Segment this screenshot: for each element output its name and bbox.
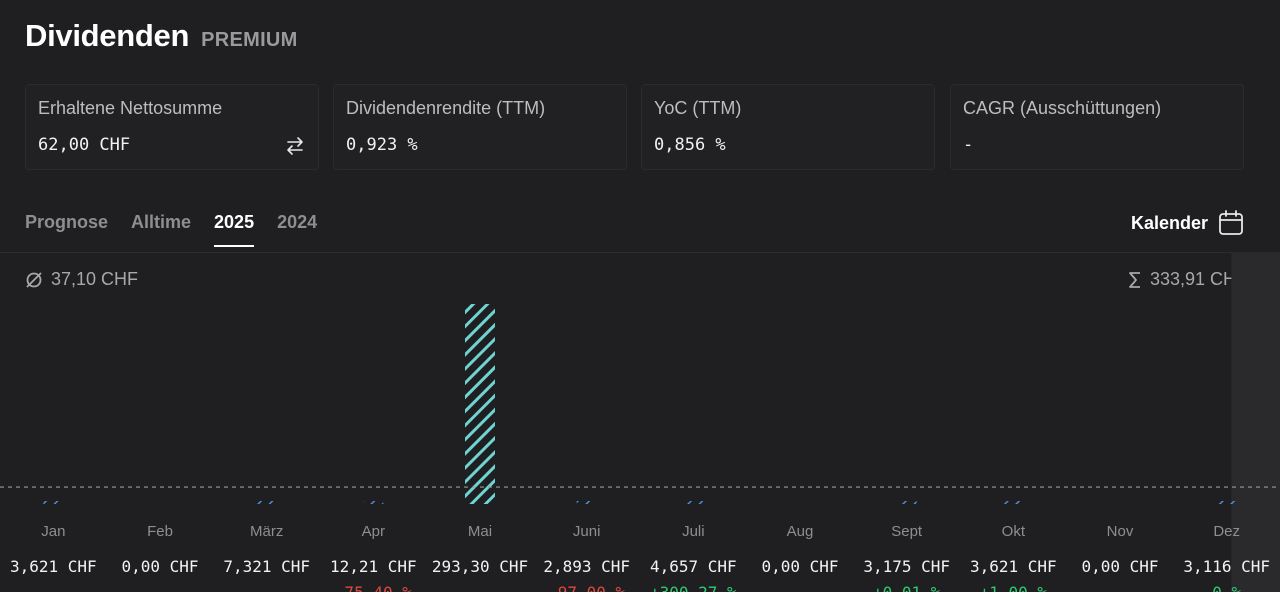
month-label: Nov: [1107, 523, 1134, 540]
month-label: März: [250, 523, 283, 540]
card-net-sum: Erhaltene Nettosumme 62,00 CHF: [25, 84, 319, 170]
card-label: Erhaltene Nettosumme: [38, 98, 223, 118]
bar-apr: [363, 501, 384, 504]
highlight-column: [1231, 252, 1280, 592]
month-label: Jan: [41, 523, 65, 540]
month-label: Juli: [682, 523, 705, 540]
card-value: -: [963, 135, 974, 155]
change-label: -97,00 %: [548, 583, 625, 592]
card-value: 62,00 CHF: [38, 135, 131, 155]
value-label: 0,00 CHF: [1081, 557, 1158, 576]
bar-mai: [465, 304, 495, 504]
card-dividend-yield: Dividendenrendite (TTM) 0,923 %: [333, 84, 627, 170]
change-label: +1,00 %: [980, 583, 1048, 592]
month-label: Juni: [573, 523, 601, 540]
card-value: 0,923 %: [346, 135, 418, 155]
change-label: +0,01 %: [873, 583, 941, 592]
bar-jan: [43, 501, 64, 504]
calendar-icon: [1219, 210, 1243, 235]
month-label: Sept: [891, 523, 923, 540]
dividend-chart: Jan Feb März Apr Mai Juni Juli Aug Sept Okt Nov Dez…: [0, 252, 1280, 592]
value-label: 0,00 CHF: [121, 557, 198, 576]
change-label: -75,40 %: [335, 583, 412, 592]
value-label: 2,893 CHF: [543, 557, 630, 576]
card-label: YoC (TTM): [654, 98, 742, 118]
card-cagr: CAGR (Ausschüttungen) -: [950, 84, 1244, 170]
period-tabs: Prognose Alltime 2025 2024: [25, 212, 317, 247]
bar-okt: [1003, 501, 1024, 504]
card-yoc: YoC (TTM) 0,856 %: [641, 84, 935, 170]
swap-arrows-icon[interactable]: [284, 135, 306, 157]
value-label: 12,21 CHF: [330, 557, 417, 576]
value-label: 7,321 CHF: [223, 557, 310, 576]
tab-alltime[interactable]: Alltime: [131, 212, 191, 247]
tab-2024[interactable]: 2024: [277, 212, 317, 247]
bar-dez: [1216, 501, 1237, 504]
value-label: 293,30 CHF: [432, 557, 528, 576]
bar-sept: [896, 501, 917, 504]
value-label: 3,621 CHF: [10, 557, 97, 576]
month-label: Okt: [1002, 523, 1026, 540]
change-label: 0 %: [1212, 583, 1241, 592]
value-label: 3,116 CHF: [1183, 557, 1270, 576]
month-label: Apr: [362, 523, 385, 540]
premium-badge: PREMIUM: [201, 29, 298, 51]
month-label: Feb: [147, 523, 173, 540]
month-label: Dez: [1213, 523, 1240, 540]
bar-märz: [256, 501, 277, 504]
value-label: 3,175 CHF: [863, 557, 950, 576]
card-value: 0,856 %: [654, 135, 726, 155]
card-label: Dividendenrendite (TTM): [346, 98, 546, 118]
value-label: 3,621 CHF: [970, 557, 1057, 576]
bar-juli: [683, 501, 704, 504]
value-label: 0,00 CHF: [761, 557, 838, 576]
change-label: +300,27 %: [650, 583, 737, 592]
page-header: Dividenden PREMIUM: [25, 18, 298, 54]
calendar-label: Kalender: [1130, 212, 1208, 233]
month-label: Mai: [468, 523, 492, 540]
month-label: Aug: [787, 523, 814, 540]
value-label: 4,657 CHF: [650, 557, 737, 576]
page-title: Dividenden: [25, 18, 190, 53]
bar-juni: [576, 501, 597, 504]
tab-2025[interactable]: 2025: [214, 212, 255, 247]
card-label: CAGR (Ausschüttungen): [963, 98, 1162, 118]
calendar-button[interactable]: Kalender: [1131, 210, 1244, 236]
tab-prognose[interactable]: Prognose: [25, 212, 108, 247]
